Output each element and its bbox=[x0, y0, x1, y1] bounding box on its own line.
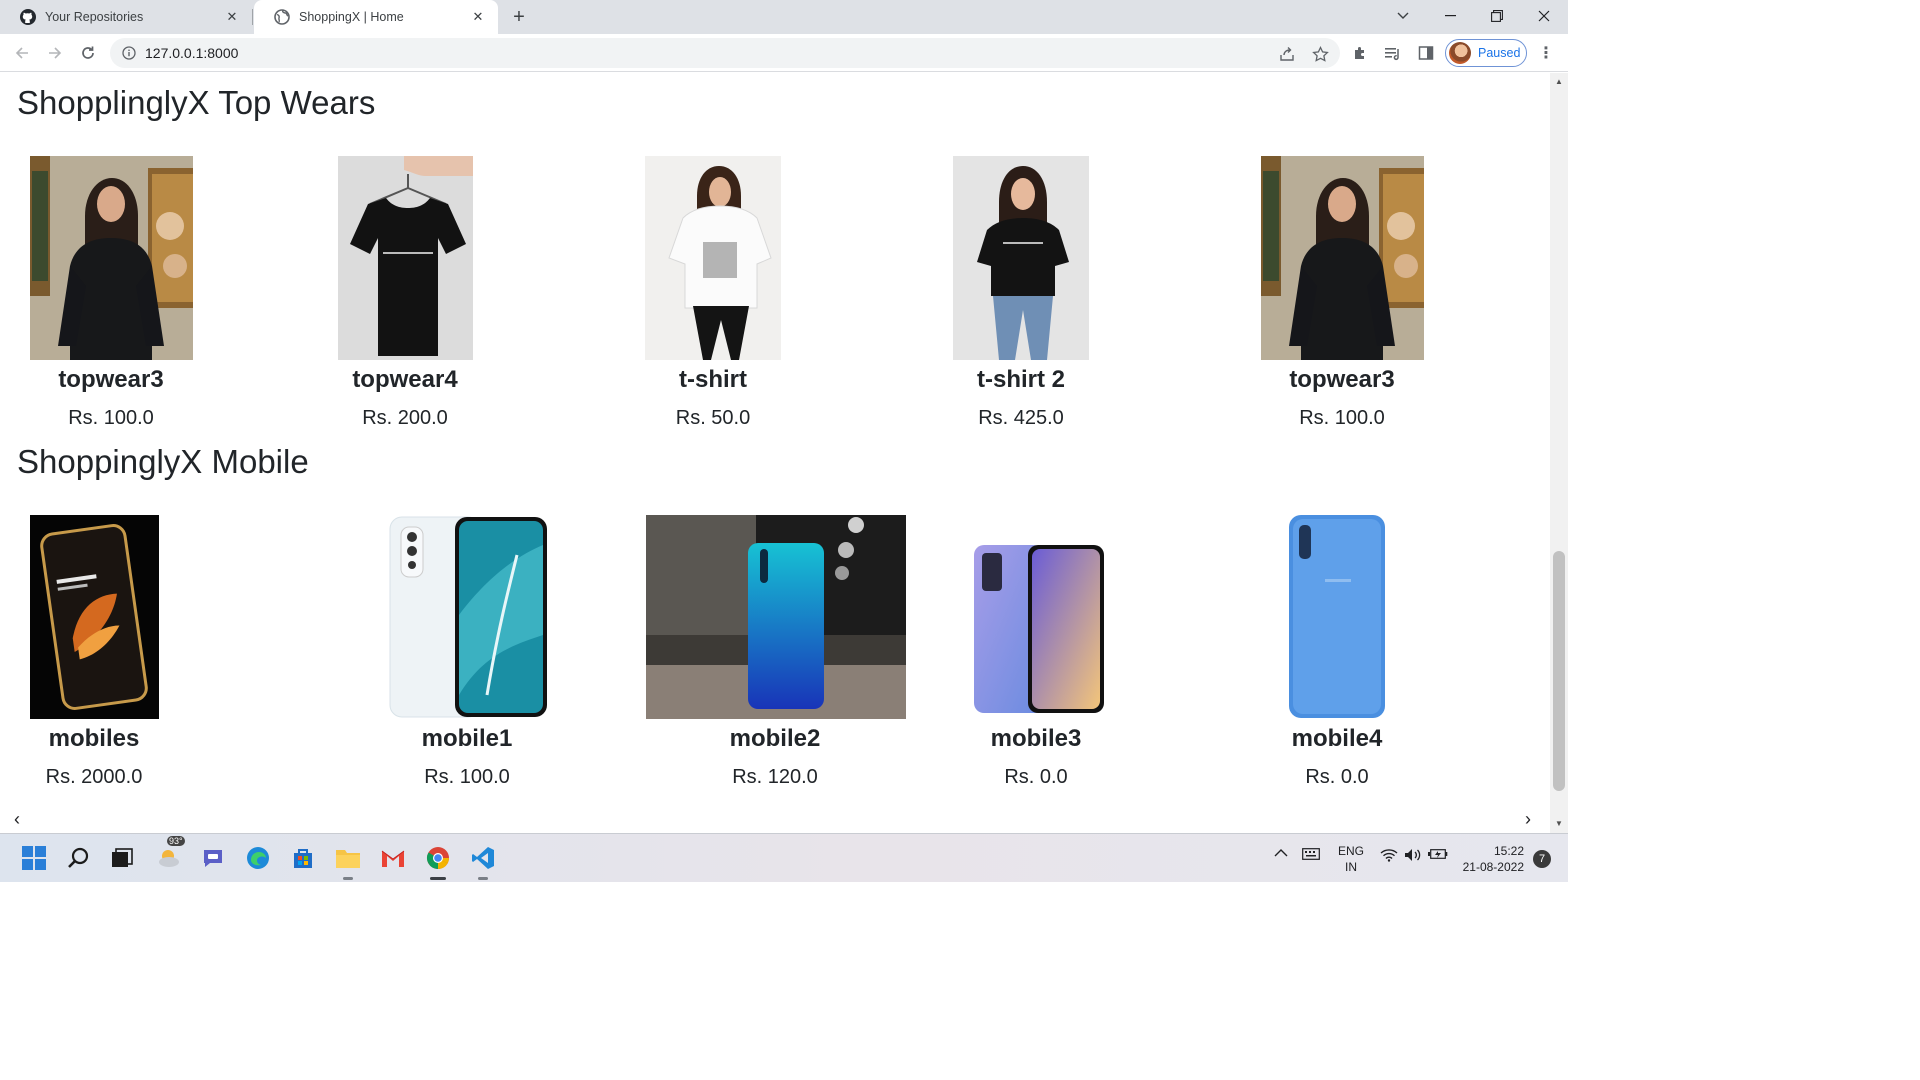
scroll-left-icon[interactable]: ‹ bbox=[14, 809, 20, 830]
media-controls-icon[interactable] bbox=[1383, 43, 1403, 63]
tab-title: Your Repositories bbox=[45, 10, 144, 24]
running-indicator bbox=[430, 877, 446, 880]
site-info-icon[interactable] bbox=[122, 46, 136, 60]
task-view-icon[interactable] bbox=[108, 844, 136, 872]
running-indicator bbox=[343, 877, 353, 880]
product-name[interactable]: t-shirt bbox=[593, 366, 833, 394]
tab-separator bbox=[252, 9, 253, 25]
battery-icon[interactable] bbox=[1428, 848, 1448, 860]
product-name[interactable]: topwear3 bbox=[0, 366, 231, 394]
wifi-icon[interactable] bbox=[1380, 848, 1398, 862]
product-image[interactable] bbox=[953, 156, 1089, 360]
weather-icon[interactable]: 93° bbox=[155, 836, 185, 872]
product-image[interactable] bbox=[337, 515, 599, 719]
product-price: Rs. 120.0 bbox=[732, 766, 818, 788]
product-image[interactable] bbox=[338, 156, 473, 360]
windows-start-icon[interactable] bbox=[20, 844, 48, 872]
region-code: IN bbox=[1345, 860, 1357, 874]
keyboard-icon[interactable] bbox=[1302, 848, 1320, 860]
system-clock[interactable]: 15:22 21-08-2022 bbox=[1460, 843, 1524, 875]
product-price: Rs. 100.0 bbox=[424, 766, 510, 788]
windows-taskbar: 93° ENG IN 15:22 21-08-2022 7 bbox=[0, 833, 1568, 882]
product-price: Rs. 50.0 bbox=[675, 407, 751, 429]
scroll-down-icon[interactable]: ▼ bbox=[1554, 819, 1564, 829]
scroll-up-icon[interactable]: ▲ bbox=[1554, 77, 1564, 87]
product-price: Rs. 0.0 bbox=[1305, 766, 1369, 788]
product-image[interactable] bbox=[646, 515, 906, 719]
running-indicator bbox=[478, 877, 488, 880]
clock-time: 15:22 bbox=[1493, 844, 1524, 858]
tab-your-repositories[interactable]: Your Repositories ✕ bbox=[0, 0, 252, 34]
product-price: Rs. 425.0 bbox=[978, 407, 1064, 429]
product-price: Rs. 2000.0 bbox=[45, 766, 143, 788]
microsoft-store-icon[interactable] bbox=[289, 844, 317, 872]
clock-date: 21-08-2022 bbox=[1462, 860, 1524, 874]
close-tab-icon[interactable]: ✕ bbox=[470, 9, 486, 25]
product-image[interactable] bbox=[968, 515, 1108, 719]
tab-title: ShoppingX | Home bbox=[299, 10, 404, 24]
tab-shoppingx-home[interactable]: ShoppingX | Home ✕ bbox=[254, 0, 498, 34]
search-icon[interactable] bbox=[65, 844, 93, 872]
section-title-top-wears: ShopplinglyX Top Wears bbox=[17, 84, 376, 121]
page-viewport: ShopplinglyX Top Wears topwear3 Rs. 100.… bbox=[0, 73, 1550, 833]
globe-icon bbox=[274, 9, 290, 25]
product-name[interactable]: mobile3 bbox=[916, 725, 1156, 753]
show-hidden-icons-icon[interactable] bbox=[1274, 848, 1288, 858]
side-panel-icon[interactable] bbox=[1416, 43, 1436, 63]
reload-icon[interactable] bbox=[76, 41, 100, 65]
more-menu-icon[interactable]: ⋮ bbox=[1538, 43, 1554, 63]
profile-status-label: Paused bbox=[1478, 46, 1521, 60]
close-window-icon[interactable] bbox=[1521, 0, 1567, 32]
product-price: Rs. 200.0 bbox=[362, 407, 448, 429]
back-icon[interactable] bbox=[10, 41, 34, 65]
product-image[interactable] bbox=[1261, 156, 1424, 360]
notification-badge[interactable]: 7 bbox=[1533, 850, 1551, 868]
extensions-icon[interactable] bbox=[1350, 43, 1370, 63]
product-image[interactable] bbox=[30, 515, 159, 719]
minimize-icon[interactable] bbox=[1427, 0, 1473, 32]
tab-search-icon[interactable] bbox=[1380, 0, 1426, 32]
avatar bbox=[1449, 42, 1471, 64]
product-price: Rs. 100.0 bbox=[68, 407, 154, 429]
share-icon[interactable] bbox=[1278, 45, 1296, 63]
product-name[interactable]: t-shirt 2 bbox=[901, 366, 1141, 394]
product-name[interactable]: mobile4 bbox=[1217, 725, 1457, 753]
github-icon bbox=[20, 9, 36, 25]
scroll-right-icon[interactable]: › bbox=[1525, 809, 1531, 830]
close-tab-icon[interactable]: ✕ bbox=[224, 9, 240, 25]
profile-button[interactable]: Paused bbox=[1445, 39, 1527, 67]
restore-icon[interactable] bbox=[1474, 0, 1520, 32]
product-name[interactable]: mobile1 bbox=[347, 725, 587, 753]
vertical-scrollbar[interactable]: ▲ ▼ bbox=[1550, 73, 1568, 833]
bookmark-star-icon[interactable] bbox=[1311, 45, 1329, 63]
gmail-icon[interactable] bbox=[379, 844, 407, 872]
volume-icon[interactable] bbox=[1404, 848, 1422, 862]
language-indicator[interactable]: ENG IN bbox=[1338, 843, 1364, 875]
product-image[interactable] bbox=[645, 156, 781, 360]
scrollbar-thumb[interactable] bbox=[1553, 551, 1565, 791]
url-text: 127.0.0.1:8000 bbox=[145, 45, 239, 61]
new-tab-button[interactable]: + bbox=[507, 5, 531, 29]
product-price: Rs. 100.0 bbox=[1299, 407, 1385, 429]
product-image[interactable] bbox=[30, 156, 193, 360]
browser-toolbar: 127.0.0.1:8000 Paused ⋮ bbox=[0, 34, 1568, 72]
product-price: Rs. 0.0 bbox=[1004, 766, 1068, 788]
file-explorer-icon[interactable] bbox=[334, 844, 362, 880]
product-name[interactable]: mobile2 bbox=[655, 725, 895, 753]
teams-chat-icon[interactable] bbox=[199, 844, 227, 872]
section-title-mobile: ShoppinglyX Mobile bbox=[17, 443, 309, 480]
vscode-icon[interactable] bbox=[469, 844, 497, 880]
address-bar[interactable]: 127.0.0.1:8000 bbox=[110, 38, 1340, 68]
edge-icon[interactable] bbox=[244, 844, 272, 872]
product-image[interactable] bbox=[1285, 515, 1389, 719]
tab-strip: Your Repositories ✕ ShoppingX | Home ✕ + bbox=[0, 0, 1568, 34]
chrome-icon[interactable] bbox=[424, 844, 452, 880]
product-name[interactable]: mobiles bbox=[0, 725, 214, 753]
product-name[interactable]: topwear4 bbox=[285, 366, 525, 394]
forward-icon[interactable] bbox=[43, 41, 67, 65]
product-name[interactable]: topwear3 bbox=[1222, 366, 1462, 394]
language-code: ENG bbox=[1338, 844, 1365, 858]
weather-temp: 93° bbox=[167, 836, 185, 846]
